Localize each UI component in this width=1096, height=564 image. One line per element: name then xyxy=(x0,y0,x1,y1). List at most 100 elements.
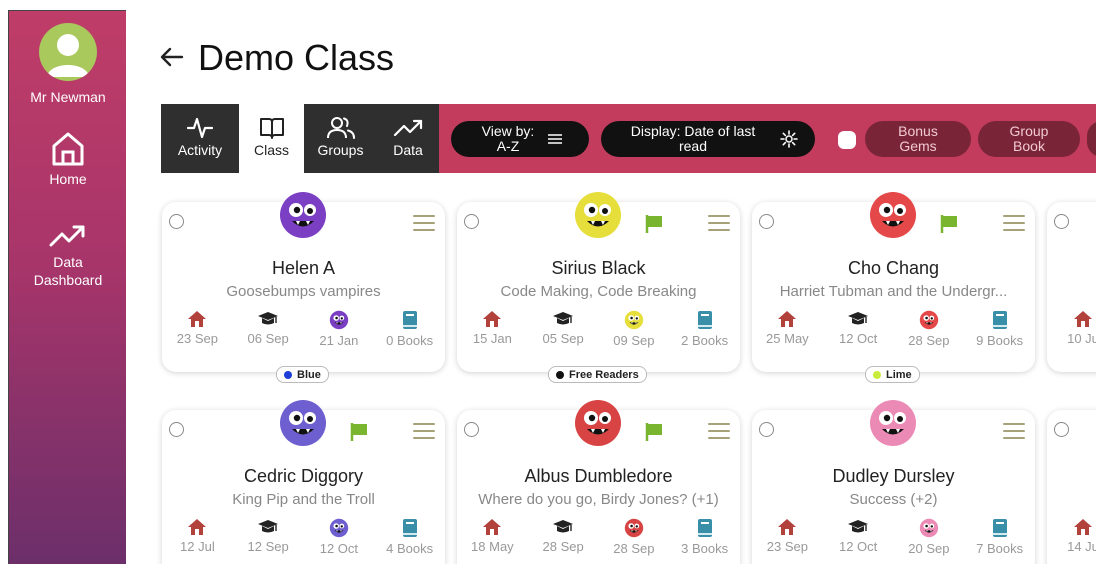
monster-icon xyxy=(575,400,621,446)
student-card[interactable]: Sirius Black Code Making, Code Breaking 15… xyxy=(457,192,740,372)
bonus-gems-button[interactable]: Bonus Gems xyxy=(865,121,971,157)
small-monster-icon xyxy=(919,518,939,538)
group-book-label: Group Book xyxy=(1009,123,1049,154)
student-card[interactable]: Albus Dumbledore Where do you go, Birdy J… xyxy=(457,400,740,564)
reading-stats: 25 May 12 Oct 28 Sep 9 Books xyxy=(752,310,1035,348)
current-book: Goosebumps vampires xyxy=(226,283,381,300)
tab-data[interactable]: Data xyxy=(377,104,439,173)
current-book: Harriet Tubman and the Undergr... xyxy=(779,283,1008,300)
student-checkbox[interactable] xyxy=(759,214,774,229)
small-monster-icon xyxy=(329,310,349,330)
graduation-cap-icon xyxy=(553,312,574,325)
current-book: Success (+2) xyxy=(849,491,938,508)
trending-up-icon xyxy=(393,119,423,137)
student-card-partial[interactable]: 14 Ju xyxy=(1047,410,1096,564)
stat-books: 9 Books xyxy=(967,310,1033,348)
books-count: 9 Books xyxy=(976,333,1024,348)
display-dropdown[interactable]: Display: Date of last read xyxy=(601,121,815,157)
sidebar-item-home[interactable]: Home xyxy=(9,131,127,187)
student-monster-avatar xyxy=(278,398,328,448)
home-icon xyxy=(1074,311,1092,327)
tab-class[interactable]: Class xyxy=(239,104,304,173)
card-menu-button[interactable] xyxy=(1003,215,1025,231)
student-checkbox[interactable] xyxy=(1054,214,1069,229)
card-menu-button[interactable] xyxy=(413,423,435,439)
student-card[interactable]: Helen A Goosebumps vampires 23 Sep 06 Sep 21… xyxy=(162,192,445,372)
student-checkbox[interactable] xyxy=(464,214,479,229)
card-menu-button[interactable] xyxy=(708,423,730,439)
student-monster-avatar xyxy=(868,398,918,448)
page-title: Demo Class xyxy=(198,37,395,78)
student-name: Cho Chang xyxy=(847,258,940,278)
group-color-dot xyxy=(284,370,292,379)
last-home-read: 23 Sep xyxy=(766,539,808,554)
left-edge xyxy=(0,0,8,564)
sidebar-item-label: Home xyxy=(49,171,87,187)
back-button[interactable] xyxy=(160,43,184,73)
last-home-read: 10 Ju xyxy=(1067,331,1096,346)
stat-monster: 28 Sep xyxy=(601,518,667,556)
sidebar-item-label: Data Dashboard xyxy=(33,254,103,288)
home-icon xyxy=(483,519,502,535)
tab-label: Data xyxy=(393,142,423,158)
books-icon xyxy=(402,311,417,329)
view-by-dropdown[interactable]: View by: A-Z xyxy=(451,121,589,157)
student-monster-avatar xyxy=(573,190,623,240)
current-book: Code Making, Code Breaking xyxy=(500,283,697,300)
flag-icon[interactable] xyxy=(350,422,368,442)
books-count: 4 Books xyxy=(386,541,434,556)
student-name: Cedric Diggory xyxy=(243,466,364,486)
bonus-gems-label: Bonus Gems xyxy=(898,123,938,154)
student-card[interactable]: Dudley Dursley Success (+2) 23 Sep 12 Oct 20… xyxy=(752,400,1035,564)
card-menu-button[interactable] xyxy=(708,215,730,231)
tab-groups[interactable]: Groups xyxy=(304,104,377,173)
books-count: 7 Books xyxy=(976,541,1024,556)
monster-date: 12 Oct xyxy=(319,541,359,556)
last-home-read: 23 Sep xyxy=(176,331,218,346)
student-card[interactable]: Cho Chang Harriet Tubman and the Undergr.… xyxy=(752,192,1035,372)
student-checkbox[interactable] xyxy=(169,422,184,437)
last-home-read: 14 Ju xyxy=(1067,539,1096,554)
student-checkbox[interactable] xyxy=(464,422,479,437)
group-book-button[interactable]: Group Book xyxy=(978,121,1080,157)
small-monster-icon xyxy=(624,518,644,538)
last-school-read: 12 Sep xyxy=(247,539,289,554)
student-card-partial[interactable]: 10 Ju xyxy=(1047,202,1096,372)
flag-icon[interactable] xyxy=(645,422,663,442)
stat-books: 0 Books xyxy=(377,310,443,348)
books-icon xyxy=(697,311,712,329)
stat-school: 12 Oct xyxy=(825,310,891,348)
monster-icon xyxy=(870,192,916,238)
trending-up-icon xyxy=(49,225,85,247)
select-all-checkbox[interactable] xyxy=(838,131,856,149)
more-button-partial[interactable] xyxy=(1087,121,1096,157)
books-count: 0 Books xyxy=(386,333,434,348)
tab-label: Class xyxy=(253,142,289,158)
tab-activity[interactable]: Activity xyxy=(161,104,239,173)
stat-school: 05 Sep xyxy=(530,310,596,348)
graduation-cap-icon xyxy=(848,520,869,533)
gear-icon xyxy=(780,130,798,148)
stat-home: 18 May xyxy=(459,518,525,556)
books-count: 3 Books xyxy=(681,541,729,556)
sidebar-item-data-dashboard[interactable]: Data Dashboard xyxy=(9,223,127,289)
small-monster-icon xyxy=(329,518,349,538)
avatar[interactable] xyxy=(39,23,97,81)
flag-icon[interactable] xyxy=(645,214,663,234)
last-school-read: 12 Oct xyxy=(838,331,878,346)
stat-books: 2 Books xyxy=(672,310,738,348)
student-checkbox[interactable] xyxy=(759,422,774,437)
last-school-read: 28 Sep xyxy=(542,539,584,554)
stat-school: 12 Oct xyxy=(825,518,891,556)
card-menu-button[interactable] xyxy=(1003,423,1025,439)
graduation-cap-icon xyxy=(553,520,574,533)
student-checkbox[interactable] xyxy=(169,214,184,229)
last-school-read: 12 Oct xyxy=(838,539,878,554)
books-icon xyxy=(992,311,1007,329)
view-by-label: View by: A-Z xyxy=(481,123,535,154)
app-frame: Mr Newman Home Data Dashboard Demo Class… xyxy=(0,0,1096,564)
student-checkbox[interactable] xyxy=(1054,422,1069,437)
student-card[interactable]: Cedric Diggory King Pip and the Troll 12 J… xyxy=(162,400,445,564)
flag-icon[interactable] xyxy=(940,214,958,234)
card-menu-button[interactable] xyxy=(413,215,435,231)
